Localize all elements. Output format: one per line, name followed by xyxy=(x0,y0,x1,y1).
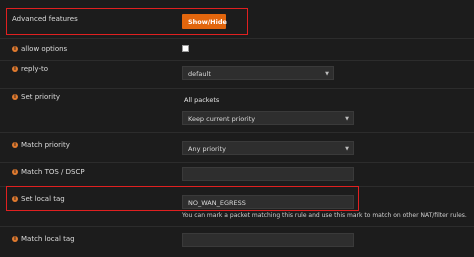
reply-to-select[interactable]: default ▼ xyxy=(182,66,334,80)
allow-options-row: i allow options xyxy=(0,38,474,61)
chevron-down-icon: ▼ xyxy=(325,71,329,77)
match-tos-label: Match TOS / DSCP xyxy=(21,168,85,176)
highlight-box-advanced xyxy=(6,8,248,35)
all-packets-heading: All packets xyxy=(184,96,220,104)
set-priority-label: Set priority xyxy=(21,93,60,101)
reply-to-label: reply-to xyxy=(21,65,48,73)
set-priority-row: i Set priority All packets Keep current … xyxy=(0,88,474,133)
allow-options-checkbox[interactable] xyxy=(182,45,189,52)
info-circle-icon[interactable]: i xyxy=(12,66,18,72)
match-local-tag-label: Match local tag xyxy=(21,235,75,243)
match-priority-label: Match priority xyxy=(21,141,70,149)
match-priority-select[interactable]: Any priority ▼ xyxy=(182,141,354,155)
highlight-box-local-tag xyxy=(6,186,359,211)
chevron-down-icon: ▼ xyxy=(345,146,349,152)
info-circle-icon[interactable]: i xyxy=(12,169,18,175)
chevron-down-icon: ▼ xyxy=(345,116,349,122)
set-priority-select[interactable]: Keep current priority ▼ xyxy=(182,111,354,125)
match-priority-row: i Match priority Any priority ▼ xyxy=(0,132,474,163)
info-circle-icon[interactable]: i xyxy=(12,46,18,52)
match-tos-row: i Match TOS / DSCP xyxy=(0,162,474,187)
match-tos-select[interactable] xyxy=(182,167,354,181)
set-local-tag-help: You can mark a packet matching this rule… xyxy=(182,212,467,219)
info-circle-icon[interactable]: i xyxy=(12,236,18,242)
info-circle-icon[interactable]: i xyxy=(12,94,18,100)
allow-options-label: allow options xyxy=(21,45,68,53)
match-local-tag-row: i Match local tag xyxy=(0,226,474,257)
match-local-tag-input[interactable] xyxy=(182,233,354,247)
info-circle-icon[interactable]: i xyxy=(12,142,18,148)
reply-to-row: i reply-to default ▼ xyxy=(0,60,474,89)
